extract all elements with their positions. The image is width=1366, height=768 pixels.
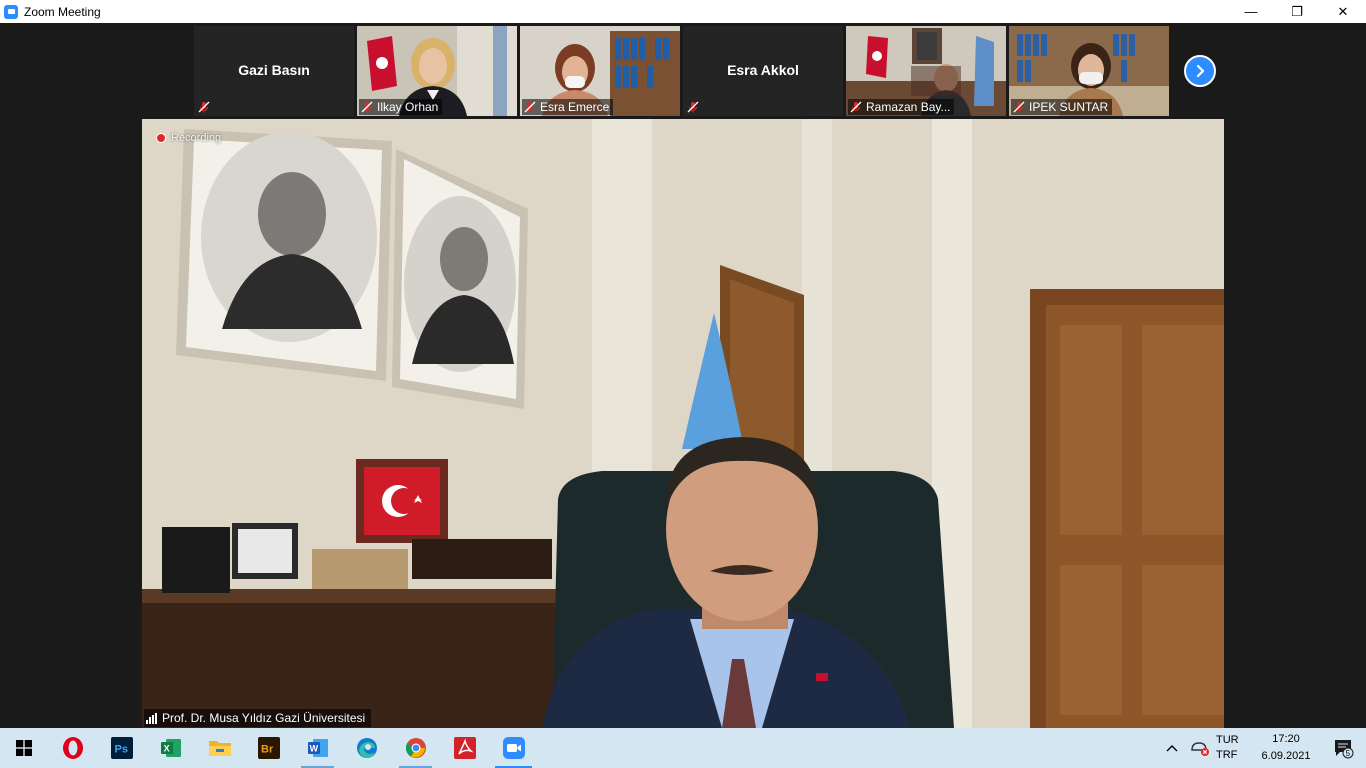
participant-tile[interactable]: Esra Akkol [683,26,843,116]
show-hidden-icons-button[interactable] [1160,728,1184,768]
window-title-bar: Zoom Meeting — ❐ ✕ [0,0,1366,23]
speaker-name: Prof. Dr. Musa Yıldız Gazi Üniversitesi [162,711,366,725]
edge-icon [356,738,377,758]
notification-count: 5 [1346,749,1351,758]
muted-mic-icon [361,101,373,113]
participant-name: Esra Emerce [540,100,610,114]
participant-tile[interactable]: Esra Emerce [520,26,680,116]
recording-indicator: Recording [156,132,221,144]
participant-label: Ilkay Orhan [359,99,443,115]
taskbar-file-explorer[interactable] [195,728,244,768]
excel-icon: X [160,739,181,757]
clock-date: 6.09.2021 [1261,750,1311,762]
bridge-icon: Br [257,737,280,759]
maximize-button[interactable]: ❐ [1274,0,1320,23]
muted-mic-icon [198,101,210,113]
participant-name: Esra Akkol [727,62,799,78]
chevron-up-icon [1166,745,1178,752]
participant-tile[interactable]: Ramazan Bay... [846,26,1006,116]
acrobat-icon [453,737,476,759]
participant-name: Ilkay Orhan [377,100,439,114]
window-title: Zoom Meeting [24,4,101,19]
windows-logo-icon [16,740,32,756]
participant-label: Ramazan Bay... [848,99,955,115]
minimize-button[interactable]: — [1228,0,1274,23]
next-participants-button[interactable] [1184,55,1216,87]
recording-dot-icon [156,133,166,143]
muted-mic-icon [850,101,862,113]
participant-name: Gazi Basın [238,62,310,78]
speaker-video-frame [142,119,1224,728]
action-center-button[interactable]: 5 [1320,728,1366,768]
network-disconnected-icon [1191,742,1209,756]
word-icon: W [307,739,328,757]
participant-name: Ramazan Bay... [866,100,951,114]
system-tray: TUR TRF 17:20 6.09.2021 5 [1160,728,1366,768]
taskbar-bridge[interactable]: Br [244,728,293,768]
start-button[interactable] [0,728,48,768]
muted-mic-icon [687,101,699,113]
clock-time: 17:20 [1272,733,1300,745]
muted-mic-icon [1013,101,1025,113]
taskbar-photoshop[interactable]: Ps [97,728,146,768]
svg-text:W: W [309,744,318,754]
zoom-app-icon [4,4,18,19]
taskbar-excel[interactable]: X [146,728,195,768]
active-speaker-video: Recording Prof. Dr. Musa Yıldız Gazi Üni… [142,119,1224,728]
chrome-icon [405,738,426,758]
participant-tile[interactable]: Ilkay Orhan [357,26,517,116]
opera-icon [62,737,83,759]
file-explorer-icon [208,741,231,756]
meeting-area: Gazi Basın Ilkay Orhan Esra Emerce Esra … [0,23,1366,728]
muted-mic-icon [524,101,536,113]
recording-label: Recording [171,132,222,144]
keyboard-layout: TRF [1216,749,1238,761]
taskbar-acrobat[interactable] [440,728,489,768]
participant-tile[interactable]: IPEK SUNTAR [1009,26,1169,116]
svg-text:Ps: Ps [114,744,127,756]
participant-strip: Gazi Basın Ilkay Orhan Esra Emerce Esra … [194,26,1169,116]
signal-bars-icon [146,712,157,724]
speaker-label: Prof. Dr. Musa Yıldız Gazi Üniversitesi [144,709,372,727]
taskbar-word[interactable]: W [293,728,342,768]
network-status-button[interactable] [1184,728,1216,768]
taskbar-chrome[interactable] [391,728,440,768]
notification-icon: 5 [1335,740,1354,759]
svg-text:X: X [163,744,169,754]
taskbar-zoom[interactable] [489,728,538,768]
participant-label: Esra Emerce [522,99,614,115]
taskbar-opera[interactable] [48,728,97,768]
clock[interactable]: 17:20 6.09.2021 [1252,731,1320,765]
language-code: TUR [1216,734,1239,746]
svg-text:Br: Br [261,744,274,756]
participant-tile[interactable]: Gazi Basın [194,26,354,116]
participant-label: IPEK SUNTAR [1011,99,1113,115]
taskbar-edge[interactable] [342,728,391,768]
participant-name: IPEK SUNTAR [1029,100,1109,114]
zoom-icon [502,737,525,759]
photoshop-icon: Ps [110,737,133,759]
chevron-right-icon [1196,64,1205,78]
input-language[interactable]: TUR TRF [1216,733,1252,763]
close-button[interactable]: ✕ [1320,0,1366,23]
taskbar: Ps X Br W TUR TRF 17:20 6.09.2021 5 [0,728,1366,768]
